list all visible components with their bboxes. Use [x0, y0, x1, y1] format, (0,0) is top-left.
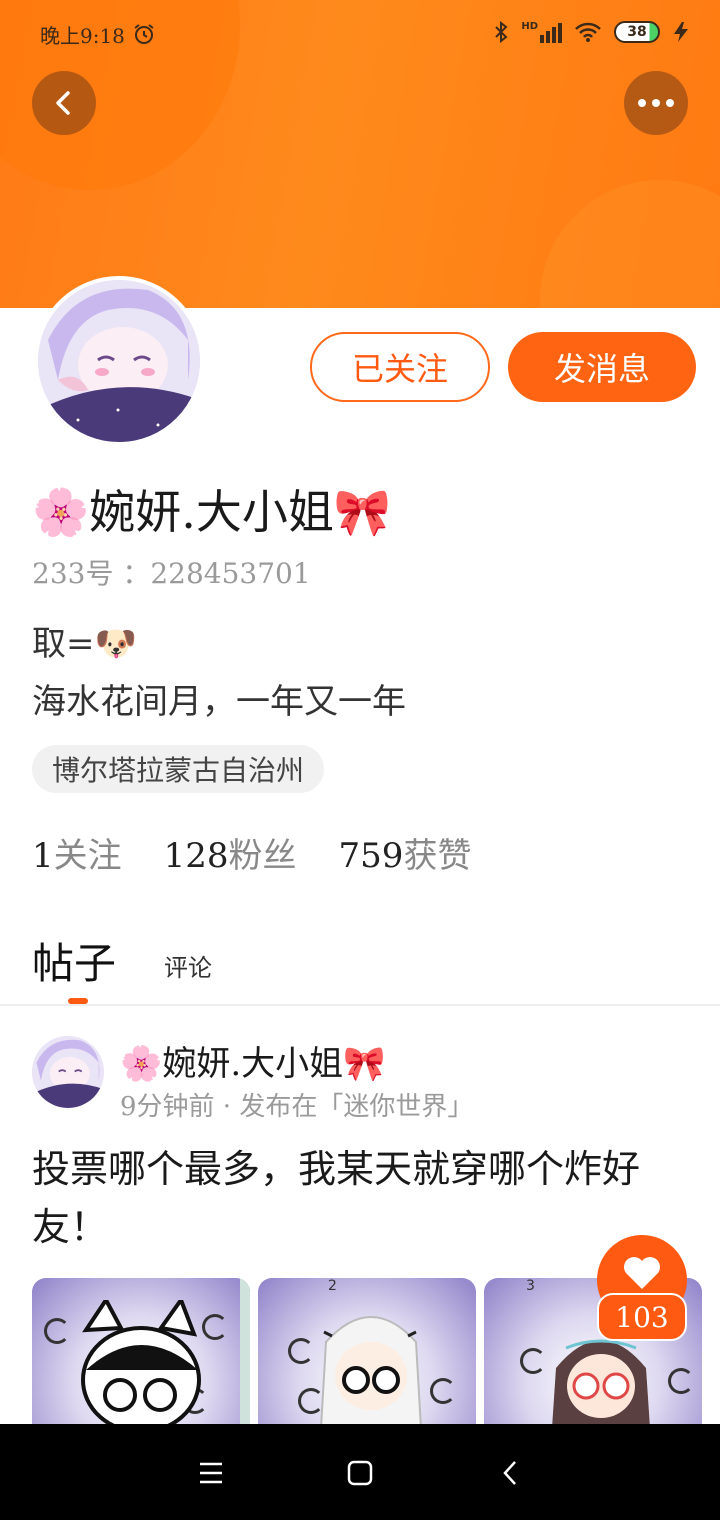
more-icon — [638, 99, 674, 107]
character-image — [81, 1300, 201, 1428]
stat-value: 128 — [163, 836, 229, 876]
network-type: HD — [521, 21, 538, 32]
swirl-decoration — [668, 1368, 694, 1394]
profile-tabs: 帖子 评论 — [32, 930, 212, 1004]
nav-back-icon[interactable] — [496, 1458, 526, 1488]
tab-comments[interactable]: 评论 — [164, 948, 212, 991]
image-number: 3 — [526, 1278, 535, 1294]
status-bar: 晚上9:18 HD 38 — [0, 14, 720, 54]
profile-bio-line: 取=🐶 — [32, 624, 137, 664]
character-image — [319, 1316, 423, 1428]
tab-label: 帖子 — [32, 939, 117, 988]
profile-id: 233号 ：228453701 — [32, 557, 311, 590]
stat-label: 获赞 — [403, 836, 472, 876]
signal-icon: HD — [521, 21, 562, 43]
swirl-decoration — [44, 1318, 70, 1344]
stat-value: 1 — [32, 836, 54, 876]
profile-name: 🌸婉妍.大小姐🎀 — [32, 485, 392, 539]
image-strip — [240, 1278, 250, 1428]
profile-bio-line: 海水花间月，一年又一年 — [32, 682, 406, 722]
post-author-name[interactable]: 🌸婉妍.大小姐🎀 — [120, 1036, 385, 1085]
home-icon[interactable] — [345, 1458, 375, 1488]
avatar-image — [38, 280, 200, 442]
post-text[interactable]: 投票哪个最多，我某天就穿哪个炸好友！ — [32, 1140, 672, 1256]
status-time: 晚上9:18 — [40, 24, 125, 48]
followed-button[interactable]: 已关注 — [310, 332, 490, 402]
post-image[interactable]: 2 — [258, 1278, 476, 1428]
post-image[interactable] — [32, 1278, 250, 1428]
battery-icon: 38 — [614, 21, 660, 43]
charging-icon — [674, 22, 688, 42]
stat-label: 粉丝 — [228, 836, 297, 876]
system-nav-bar — [0, 1424, 720, 1520]
post-meta: 9分钟前 · 发布在「迷你世界」 — [120, 1092, 474, 1122]
tab-posts[interactable]: 帖子 — [32, 930, 117, 1004]
more-options-button[interactable] — [624, 71, 688, 135]
stat-likes[interactable]: 759获赞 — [339, 828, 472, 877]
avatar-image — [32, 1036, 104, 1108]
back-button[interactable] — [32, 71, 96, 135]
profile-avatar[interactable] — [34, 276, 204, 446]
swirl-decoration — [430, 1378, 456, 1404]
heart-icon — [624, 1257, 660, 1289]
swirl-decoration — [520, 1348, 546, 1374]
profile-stats: 1关注 128粉丝 759获赞 — [32, 828, 471, 877]
bluetooth-icon — [495, 20, 508, 44]
location-tag[interactable]: 博尔塔拉蒙古自治州 — [32, 745, 325, 793]
menu-icon[interactable] — [196, 1458, 226, 1488]
back-icon — [56, 91, 70, 115]
like-count: 103 — [597, 1293, 687, 1341]
swirl-decoration — [288, 1338, 314, 1364]
image-number: 2 — [328, 1278, 337, 1294]
stat-value: 759 — [338, 836, 404, 876]
divider — [0, 1004, 720, 1006]
alarm-icon — [134, 24, 154, 44]
banner-decoration — [540, 180, 720, 308]
stat-following[interactable]: 1关注 — [32, 828, 122, 877]
send-message-button[interactable]: 发消息 — [508, 332, 696, 402]
post-author-avatar[interactable] — [32, 1036, 104, 1108]
stat-label: 关注 — [53, 836, 122, 876]
status-icons: HD 38 — [493, 20, 690, 44]
stat-followers[interactable]: 128粉丝 — [164, 828, 297, 877]
wifi-icon — [575, 22, 601, 42]
